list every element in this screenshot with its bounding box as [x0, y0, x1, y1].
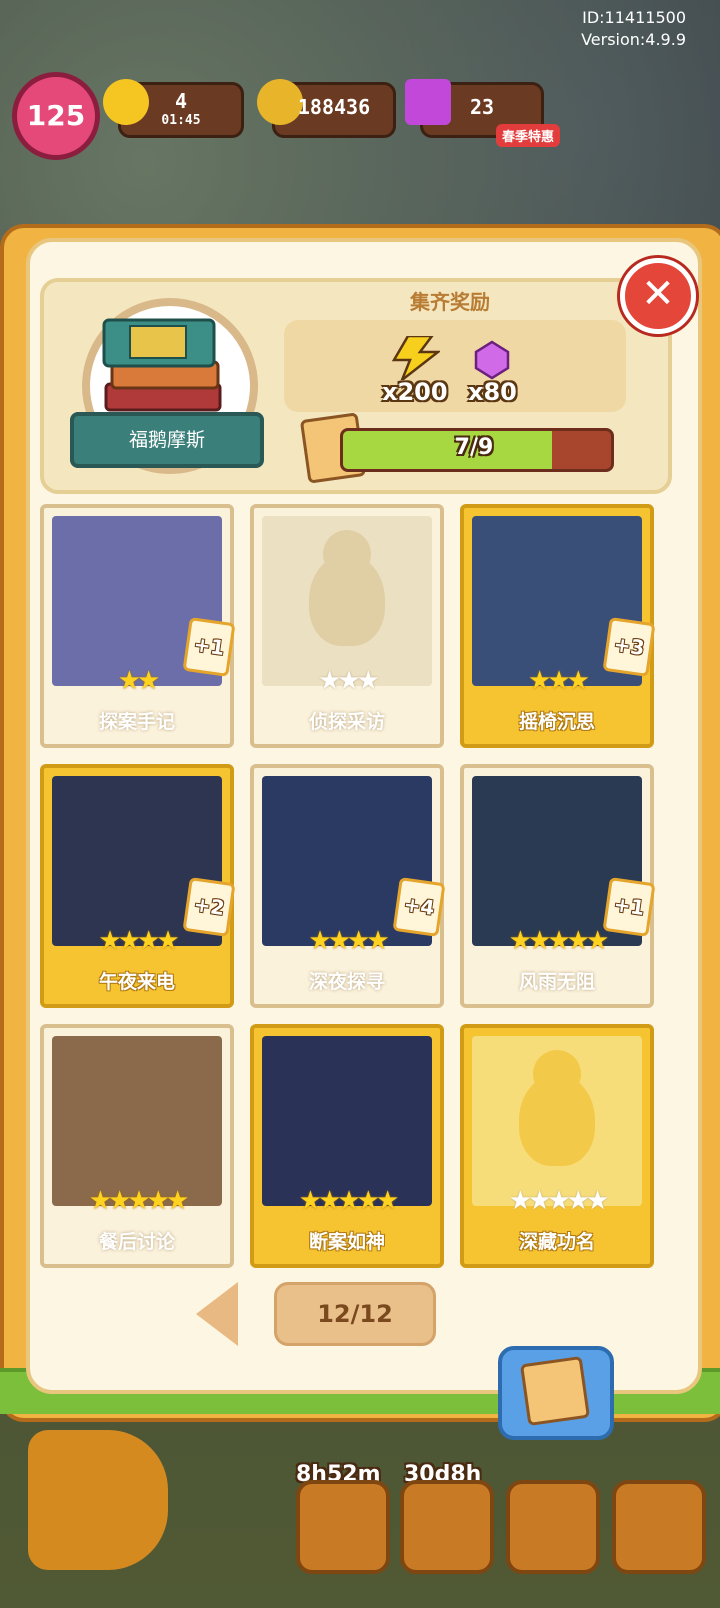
card-stars: ★★★★★: [254, 1186, 440, 1216]
star-icon: ★: [137, 666, 160, 696]
lightning-icon: [391, 336, 440, 380]
card-item[interactable]: ★★★★ +2 午夜来电: [40, 764, 236, 1008]
star-icon: ★: [528, 1186, 551, 1216]
card-name: 深夜探寻: [308, 971, 385, 993]
card-artwork: [262, 1036, 432, 1206]
star-icon: ★: [327, 926, 351, 956]
event-button-1[interactable]: [296, 1480, 390, 1574]
energy-value: 4: [174, 89, 188, 113]
star-icon: ★: [356, 1186, 380, 1216]
star-icon: ★: [308, 926, 331, 956]
star-icon: ★: [318, 1186, 341, 1216]
star-icon: ★: [98, 926, 121, 956]
star-icon: ★: [547, 666, 570, 696]
star-icon: ★: [508, 1186, 532, 1216]
collection-name-ribbon: 福鹅摩斯: [70, 412, 264, 468]
card-item[interactable]: ★★★★★ 深藏功名: [460, 1024, 654, 1268]
previous-page-button[interactable]: [196, 1282, 238, 1346]
card-item[interactable]: ★★★ 侦探采访: [250, 504, 444, 748]
card-album-icon: [519, 1355, 591, 1427]
reward-box: [284, 320, 626, 412]
album-button[interactable]: [498, 1346, 614, 1440]
star-icon: ★: [137, 926, 160, 956]
gem-icon: [474, 340, 510, 380]
star-icon: ★: [566, 926, 590, 956]
card-name: 深藏功名: [518, 1231, 595, 1253]
card-stars: ★★★★★: [44, 1186, 230, 1216]
star-icon: ★: [366, 926, 389, 956]
star-icon: ★: [566, 666, 590, 696]
gem-promo-tag[interactable]: 春季特惠: [496, 124, 561, 147]
star-icon: ★: [88, 1186, 112, 1216]
card-name: 风雨无阻: [518, 971, 595, 993]
coin-counter[interactable]: 188436: [257, 79, 396, 138]
book-stack-icon: [102, 318, 222, 412]
star-icon: ★: [547, 926, 570, 956]
energy-counter[interactable]: 4 01:45: [103, 79, 244, 138]
duplicate-count-badge: +4: [392, 877, 446, 937]
user-id-text: ID:11411500: [582, 8, 686, 27]
star-icon: ★: [585, 926, 609, 956]
card-name: 侦探采访: [308, 711, 385, 733]
star-icon: ★: [146, 1186, 170, 1216]
star-icon: ★: [117, 666, 141, 696]
reward-gem-amount: x80: [468, 378, 517, 406]
duplicate-count-badge: +1: [182, 617, 236, 677]
star-icon: ★: [318, 666, 341, 696]
event-button-3[interactable]: [506, 1480, 600, 1574]
star-icon: ★: [127, 1186, 150, 1216]
player-level-badge[interactable]: 125: [12, 72, 100, 160]
star-icon: ★: [298, 1186, 322, 1216]
duplicate-count-badge: +2: [182, 877, 236, 937]
energy-action-button[interactable]: [28, 1430, 168, 1570]
gem-value: 23: [469, 95, 495, 119]
card-artwork: [52, 1036, 222, 1206]
duplicate-count-badge: +1: [602, 877, 656, 937]
close-button[interactable]: ✕: [620, 258, 696, 334]
card-item[interactable]: ★★★★★ 断案如神: [250, 1024, 444, 1268]
reward-title: 集齐奖励: [410, 290, 490, 314]
star-icon: ★: [117, 926, 141, 956]
star-icon: ★: [356, 666, 380, 696]
card-stars: ★★★★★: [464, 1186, 650, 1216]
card-locked-silhouette: [262, 516, 432, 686]
goose-silhouette-icon: [309, 530, 385, 646]
event-button-4[interactable]: [612, 1480, 706, 1574]
star-icon: ★: [547, 1186, 570, 1216]
page-indicator: 12/12: [274, 1282, 436, 1346]
star-icon: ★: [508, 926, 532, 956]
card-item[interactable]: ★★★★★ 餐后讨论: [40, 1024, 234, 1268]
card-item[interactable]: ★★★ +3 摇椅沉思: [460, 504, 656, 748]
coin-value: 188436: [297, 95, 371, 119]
star-icon: ★: [528, 666, 551, 696]
card-name: 午夜来电: [98, 971, 175, 993]
duplicate-count-badge: +3: [602, 617, 656, 677]
star-icon: ★: [566, 1186, 590, 1216]
close-icon: ✕: [641, 271, 675, 317]
card-item[interactable]: ★★★★★ +1 风雨无阻: [460, 764, 656, 1008]
card-stars: ★★★: [254, 666, 440, 696]
card-name: 餐后讨论: [98, 1231, 175, 1253]
card-locked-silhouette: [472, 1036, 642, 1206]
card-item[interactable]: ★★ +1 探案手记: [40, 504, 236, 748]
star-icon: ★: [337, 1186, 360, 1216]
star-icon: ★: [156, 926, 179, 956]
card-name: 探案手记: [98, 711, 175, 733]
star-icon: ★: [337, 666, 360, 696]
energy-timer: 01:45: [161, 113, 201, 128]
card-name: 断案如神: [308, 1231, 385, 1253]
star-icon: ★: [347, 926, 370, 956]
star-icon: ★: [585, 1186, 609, 1216]
star-icon: ★: [108, 1186, 131, 1216]
card-item[interactable]: ★★★★ +4 深夜探寻: [250, 764, 446, 1008]
progress-text: 7/9: [454, 435, 494, 460]
card-name: 摇椅沉思: [518, 711, 595, 733]
star-icon: ★: [165, 1186, 189, 1216]
star-icon: ★: [375, 1186, 399, 1216]
reward-energy-amount: x200: [382, 378, 448, 406]
version-text: Version:4.9.9: [581, 30, 686, 49]
star-icon: ★: [528, 926, 551, 956]
goose-silhouette-icon: [519, 1050, 595, 1166]
event-button-2[interactable]: [400, 1480, 494, 1574]
